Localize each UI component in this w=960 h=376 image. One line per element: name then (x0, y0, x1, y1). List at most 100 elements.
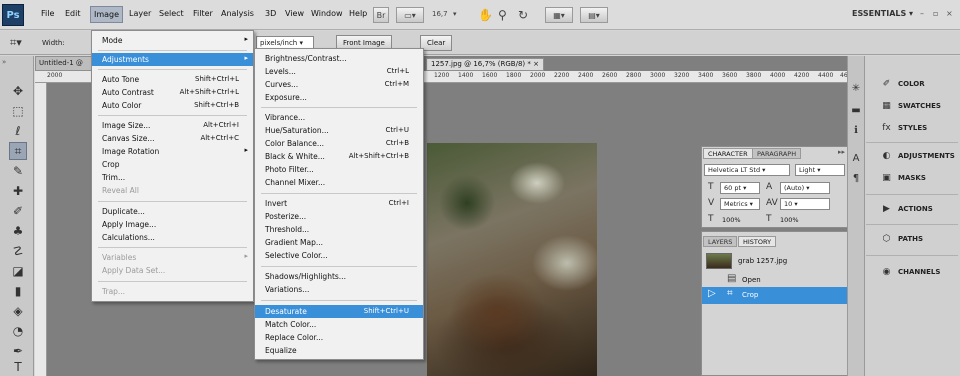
tab-untitled[interactable]: Untitled-1 @ (35, 56, 95, 71)
adjust-threshold[interactable]: Threshold... (255, 223, 423, 236)
menu-layer[interactable]: Layer (126, 9, 154, 18)
color-icon[interactable]: ✐ (880, 78, 893, 90)
dodge-tool-icon[interactable]: ◔ (9, 322, 27, 340)
adjust-brightness-contrast[interactable]: Brightness/Contrast... (255, 52, 423, 65)
menu-help[interactable]: Help (346, 9, 370, 18)
crop-tool-preset-icon[interactable]: ⌗▾ (10, 36, 22, 50)
leading-field[interactable]: (Auto) ▾ (780, 182, 830, 194)
menu-view[interactable]: View (282, 9, 307, 18)
character-panel-icon[interactable]: A (850, 152, 862, 164)
tools-collapse-icon[interactable]: » (2, 58, 6, 66)
adjust-photo-filter[interactable]: Photo Filter... (255, 163, 423, 176)
dock-channels[interactable]: CHANNELS (898, 268, 940, 276)
adjust-match-color[interactable]: Match Color... (255, 318, 423, 331)
histogram-icon[interactable]: ▬ (850, 104, 862, 116)
rotate-view-icon[interactable]: ↻ (518, 8, 528, 22)
dock-masks[interactable]: MASKS (898, 174, 926, 182)
adjust-black-white[interactable]: Black & White... Alt+Shift+Ctrl+B (255, 150, 423, 163)
type-tool-icon[interactable]: T (9, 358, 27, 376)
healing-brush-tool-icon[interactable]: ✚ (9, 182, 27, 200)
font-family-select[interactable]: Helvetica LT Std ▾ (704, 164, 790, 176)
dock-adjustments[interactable]: ADJUSTMENTS (898, 152, 955, 160)
restore-icon[interactable]: ▫ (933, 9, 938, 18)
brush-tool-icon[interactable]: ✐ (9, 202, 27, 220)
info-icon[interactable]: ℹ (850, 124, 862, 136)
lasso-tool-icon[interactable]: ℓ (9, 122, 27, 140)
extras-icon[interactable]: ▤▾ (580, 7, 608, 23)
menu-edit[interactable]: Edit (62, 9, 84, 18)
eraser-tool-icon[interactable]: ◪ (9, 262, 27, 280)
tab-grab-1257[interactable]: 1257.jpg @ 16,7% (RGB/8) * × (426, 58, 544, 71)
image-menu-auto-color[interactable]: Auto Color Shift+Ctrl+B (92, 99, 253, 112)
zoom-tool-icon[interactable]: ⚲ (498, 8, 507, 22)
move-tool-icon[interactable]: ✥ (9, 82, 27, 100)
vertical-scale-field[interactable]: 100% (722, 216, 741, 224)
adjust-color-balance[interactable]: Color Balance... Ctrl+B (255, 137, 423, 150)
marquee-tool-icon[interactable]: ⬚ (9, 102, 27, 120)
image-menu-trim[interactable]: Trim... (92, 171, 253, 184)
menu-filter[interactable]: Filter (190, 9, 216, 18)
kerning-field[interactable]: Metrics ▾ (720, 198, 760, 210)
dock-styles[interactable]: STYLES (898, 124, 927, 132)
adjust-invert[interactable]: Invert Ctrl+I (255, 197, 423, 210)
menu-image[interactable]: Image (90, 6, 124, 23)
navigator-icon[interactable]: ✳ (850, 82, 862, 94)
channels-icon[interactable]: ◉ (880, 266, 893, 278)
dock-actions[interactable]: ACTIONS (898, 205, 933, 213)
gradient-tool-icon[interactable]: ▮ (9, 282, 27, 300)
adjust-gradient-map[interactable]: Gradient Map... (255, 236, 423, 249)
arrange-documents-icon[interactable]: ▦▾ (545, 7, 573, 23)
zoom-level[interactable]: 16,7 (432, 10, 448, 18)
zoom-dropdown-icon[interactable]: ▾ (453, 10, 457, 18)
tab-history[interactable]: HISTORY (738, 236, 777, 247)
image-menu-crop[interactable]: Crop (92, 158, 253, 171)
dock-paths[interactable]: PATHS (898, 235, 923, 243)
menu-3d[interactable]: 3D (262, 9, 279, 18)
image-menu-auto-contrast[interactable]: Auto Contrast Alt+Shift+Ctrl+L (92, 86, 253, 99)
image-menu-mode[interactable]: Mode ▸ (92, 34, 253, 47)
crop-tool-icon[interactable]: ⌗ (9, 142, 27, 160)
styles-icon[interactable]: fx (880, 122, 893, 134)
adjust-exposure[interactable]: Exposure... (255, 91, 423, 104)
clone-stamp-tool-icon[interactable]: ♣ (9, 222, 27, 240)
snapshot-name[interactable]: grab 1257.jpg (738, 257, 787, 265)
tab-paragraph[interactable]: PARAGRAPH (752, 148, 802, 159)
adjustments-icon[interactable]: ◐ (880, 150, 893, 162)
horizontal-scale-field[interactable]: 100% (780, 216, 799, 224)
screen-mode-icon[interactable]: ▭▾ (396, 7, 424, 23)
paragraph-panel-icon[interactable]: ¶ (850, 172, 862, 184)
adjust-equalize[interactable]: Equalize (255, 344, 423, 357)
bridge-icon[interactable]: Br (373, 7, 389, 23)
snapshot-thumbnail[interactable] (706, 253, 732, 269)
image-menu-apply-image[interactable]: Apply Image... (92, 218, 253, 231)
close-window-icon[interactable]: × (946, 9, 953, 18)
image-menu-image-rotation[interactable]: Image Rotation ▸ (92, 145, 253, 158)
masks-icon[interactable]: ▣ (880, 172, 893, 184)
adjust-vibrance[interactable]: Vibrance... (255, 111, 423, 124)
tab-layers[interactable]: LAYERS (703, 236, 738, 247)
dock-color[interactable]: COLOR (898, 80, 925, 88)
image-menu-duplicate[interactable]: Duplicate... (92, 205, 253, 218)
workspace-switcher[interactable]: ESSENTIALS ▾ (852, 9, 913, 18)
tracking-field[interactable]: 10 ▾ (780, 198, 830, 210)
actions-icon[interactable]: ▶ (880, 203, 893, 215)
eyedropper-tool-icon[interactable]: ✎ (9, 162, 27, 180)
dock-swatches[interactable]: SWATCHES (898, 102, 941, 110)
image-menu-image-size[interactable]: Image Size... Alt+Ctrl+I (92, 119, 253, 132)
adjust-posterize[interactable]: Posterize... (255, 210, 423, 223)
font-size-field[interactable]: 60 pt ▾ (720, 182, 760, 194)
swatches-icon[interactable]: ▦ (880, 100, 893, 112)
adjust-shadows-highlights[interactable]: Shadows/Highlights... (255, 270, 423, 283)
menu-select[interactable]: Select (156, 9, 187, 18)
font-style-select[interactable]: Light ▾ (795, 164, 845, 176)
adjust-levels[interactable]: Levels... Ctrl+L (255, 65, 423, 78)
adjust-variations[interactable]: Variations... (255, 283, 423, 296)
menu-window[interactable]: Window (308, 9, 346, 18)
image-menu-auto-tone[interactable]: Auto Tone Shift+Ctrl+L (92, 73, 253, 86)
image-menu-canvas-size[interactable]: Canvas Size... Alt+Ctrl+C (92, 132, 253, 145)
adjust-curves[interactable]: Curves... Ctrl+M (255, 78, 423, 91)
history-brush-tool-icon[interactable]: ☡ (9, 242, 27, 260)
adjust-channel-mixer[interactable]: Channel Mixer... (255, 176, 423, 189)
minimize-icon[interactable]: – (920, 9, 924, 18)
document-photo[interactable] (427, 143, 597, 376)
